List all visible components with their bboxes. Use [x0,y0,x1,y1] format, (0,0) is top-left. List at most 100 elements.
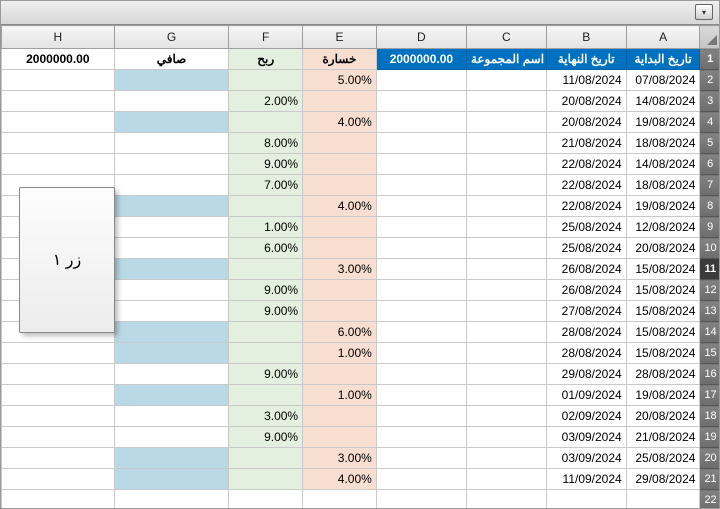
cell-A17[interactable]: 19/08/2024 [626,385,700,406]
row-header-2[interactable]: 2 [700,70,719,91]
row-header-16[interactable]: 16 [700,364,719,385]
cell-D21[interactable] [376,469,466,490]
cell-B16[interactable]: 29/08/2024 [546,364,626,385]
row-header-17[interactable]: 17 [700,385,719,406]
row-header-21[interactable]: 21 [700,469,719,490]
col-header-H[interactable]: H [2,26,115,49]
cell-D13[interactable] [376,301,466,322]
cell-B21[interactable]: 11/09/2024 [546,469,626,490]
cell-F9[interactable]: 1.00% [229,217,303,238]
cell-B22[interactable] [546,490,626,509]
cell-F22[interactable] [229,490,303,509]
cell-D12[interactable] [376,280,466,301]
cell-E6[interactable] [303,154,377,175]
col-header-D[interactable]: D [376,26,466,49]
cell-D20[interactable] [376,448,466,469]
cell-A6[interactable]: 14/08/2024 [626,154,700,175]
cell-F13[interactable]: 9.00% [229,301,303,322]
cell-C8[interactable] [466,196,546,217]
cell-G16[interactable] [114,364,229,385]
cell-D3[interactable] [376,91,466,112]
cell-G1[interactable]: صافي [114,49,229,70]
cell-F14[interactable] [229,322,303,343]
cell-C16[interactable] [466,364,546,385]
cell-A5[interactable]: 18/08/2024 [626,133,700,154]
cell-H6[interactable] [2,154,115,175]
row-header-12[interactable]: 12 [700,280,719,301]
cell-G18[interactable] [114,406,229,427]
cell-A2[interactable]: 07/08/2024 [626,70,700,91]
cell-F12[interactable]: 9.00% [229,280,303,301]
row-header-10[interactable]: 10 [700,238,719,259]
cell-E4[interactable]: 4.00% [303,112,377,133]
cell-D16[interactable] [376,364,466,385]
select-all-corner[interactable] [700,26,719,49]
cell-H1[interactable]: 2000000.00 [2,49,115,70]
cell-B3[interactable]: 20/08/2024 [546,91,626,112]
row-header-9[interactable]: 9 [700,217,719,238]
cell-A15[interactable]: 15/08/2024 [626,343,700,364]
cell-D22[interactable] [376,490,466,509]
cell-C10[interactable] [466,238,546,259]
cell-B14[interactable]: 28/08/2024 [546,322,626,343]
row-header-13[interactable]: 13 [700,301,719,322]
cell-D4[interactable] [376,112,466,133]
cell-G12[interactable] [114,280,229,301]
cell-H20[interactable] [2,448,115,469]
row-header-8[interactable]: 8 [700,196,719,217]
cell-E3[interactable] [303,91,377,112]
cell-E20[interactable]: 3.00% [303,448,377,469]
row-header-3[interactable]: 3 [700,91,719,112]
cell-B12[interactable]: 26/08/2024 [546,280,626,301]
cell-F16[interactable]: 9.00% [229,364,303,385]
cell-E16[interactable] [303,364,377,385]
row-header-18[interactable]: 18 [700,406,719,427]
cell-E22[interactable] [303,490,377,509]
cell-C19[interactable] [466,427,546,448]
cell-C11[interactable] [466,259,546,280]
cell-E12[interactable] [303,280,377,301]
row-header-6[interactable]: 6 [700,154,719,175]
cell-D15[interactable] [376,343,466,364]
cell-D8[interactable] [376,196,466,217]
cell-B7[interactable]: 22/08/2024 [546,175,626,196]
cell-B15[interactable]: 28/08/2024 [546,343,626,364]
cell-F5[interactable]: 8.00% [229,133,303,154]
cell-D11[interactable] [376,259,466,280]
cell-D18[interactable] [376,406,466,427]
cell-A12[interactable]: 15/08/2024 [626,280,700,301]
cell-E13[interactable] [303,301,377,322]
cell-C5[interactable] [466,133,546,154]
cell-G10[interactable] [114,238,229,259]
cell-B8[interactable]: 22/08/2024 [546,196,626,217]
cell-F7[interactable]: 7.00% [229,175,303,196]
cell-A8[interactable]: 19/08/2024 [626,196,700,217]
row-header-7[interactable]: 7 [700,175,719,196]
cell-A20[interactable]: 25/08/2024 [626,448,700,469]
cell-G21[interactable] [114,469,229,490]
cell-B6[interactable]: 22/08/2024 [546,154,626,175]
cell-E11[interactable]: 3.00% [303,259,377,280]
row-header-14[interactable]: 14 [700,322,719,343]
cell-F18[interactable]: 3.00% [229,406,303,427]
cell-A21[interactable]: 29/08/2024 [626,469,700,490]
cell-A22[interactable] [626,490,700,509]
col-header-A[interactable]: A [626,26,700,49]
cell-C20[interactable] [466,448,546,469]
cell-G9[interactable] [114,217,229,238]
cell-C21[interactable] [466,469,546,490]
cell-D6[interactable] [376,154,466,175]
cell-D7[interactable] [376,175,466,196]
cell-G3[interactable] [114,91,229,112]
cell-G19[interactable] [114,427,229,448]
cell-A7[interactable]: 18/08/2024 [626,175,700,196]
cell-H18[interactable] [2,406,115,427]
cell-C4[interactable] [466,112,546,133]
cell-F20[interactable] [229,448,303,469]
cell-C7[interactable] [466,175,546,196]
cell-H16[interactable] [2,364,115,385]
col-header-B[interactable]: B [546,26,626,49]
cell-F21[interactable] [229,469,303,490]
cell-B5[interactable]: 21/08/2024 [546,133,626,154]
cell-D19[interactable] [376,427,466,448]
